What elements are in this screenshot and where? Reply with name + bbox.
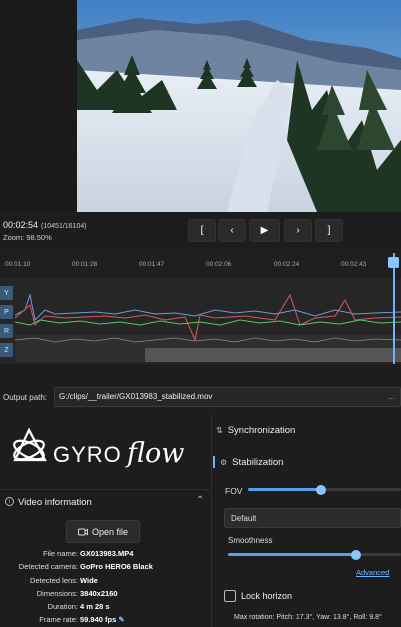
info-row-camera: Detected camera: GoPro HERO6 Black	[0, 562, 210, 575]
smoothing-method-select[interactable]: Default	[224, 508, 401, 528]
info-value: GX013983.MP4	[80, 549, 134, 558]
output-path-input[interactable]: G:/clips/__trailer/GX013983_stabilized.m…	[54, 387, 401, 407]
timeline-ruler[interactable]: 00:01:10 00:01:28 00:01:47 00:02:06 00:0…	[0, 253, 401, 279]
chevron-right-icon: ›	[296, 225, 300, 236]
advanced-link[interactable]: Advanced	[356, 568, 389, 577]
logo-text-gyro: GYRO	[53, 442, 122, 467]
info-row-frame-rate: Frame rate: 59.940 fps ✎	[0, 615, 210, 627]
info-row-file-name: File name: GX013983.MP4	[0, 549, 210, 562]
video-info-header[interactable]: i Video information ⌃	[0, 489, 210, 513]
info-key: Dimensions:	[36, 588, 78, 598]
video-image	[77, 0, 401, 212]
fov-slider-fill	[248, 488, 320, 491]
set-trim-end-button[interactable]: ]	[315, 219, 343, 242]
gyro-plot	[15, 293, 401, 362]
open-file-button[interactable]: Open file	[66, 520, 140, 543]
stabilization-header[interactable]: ⚙ Stabilization	[220, 457, 283, 468]
zoom-level: Zoom: 98.50%	[3, 233, 52, 242]
stabilization-title: Stabilization	[232, 457, 284, 468]
ruler-tick: 00:01:28	[72, 261, 98, 268]
smoothness-slider-handle[interactable]	[351, 550, 361, 560]
info-value: 3840x2160	[80, 588, 118, 598]
fov-slider-handle[interactable]	[316, 485, 326, 495]
info-icon: i	[5, 497, 14, 506]
synchronization-title: Synchronization	[227, 425, 296, 436]
play-button[interactable]: ▶	[249, 219, 280, 242]
axis-toggle-z[interactable]: Z	[0, 343, 13, 357]
axis-toggle-p[interactable]: P	[0, 305, 13, 319]
axis-toggle-r[interactable]: R	[0, 324, 13, 338]
info-row-dimensions: Dimensions: 3840x2160	[0, 589, 210, 602]
info-value: GoPro HERO6 Black	[80, 562, 153, 572]
playhead[interactable]	[393, 253, 395, 364]
set-trim-start-button[interactable]: [	[188, 219, 216, 242]
info-value: Wide	[80, 575, 98, 585]
fov-label: FOV	[225, 486, 243, 496]
video-info-table: File name: GX013983.MP4 Detected camera: G…	[0, 549, 210, 627]
ruler-tick: 00:01:10	[5, 261, 31, 268]
stabilization-icon: ⚙	[220, 458, 228, 467]
info-value: 4 m 28 s	[80, 602, 110, 612]
max-rotation-readout: Max rotation: Pitch: 17.3°, Yaw: 13.8°, …	[234, 614, 382, 621]
synchronization-header[interactable]: ⇅ Synchronization	[216, 425, 295, 436]
chevron-left-icon: ‹	[230, 225, 234, 236]
previous-frame-button[interactable]: ‹	[218, 219, 246, 242]
gyroflow-logo: GYRO flow	[7, 418, 202, 480]
logo-text-flow: flow	[125, 438, 184, 469]
camera-icon	[77, 528, 88, 535]
video-frame	[77, 0, 401, 212]
info-row-lens: Detected lens: Wide	[0, 576, 210, 589]
info-key: Frame rate:	[39, 615, 78, 625]
playhead-handle[interactable]	[388, 257, 399, 268]
timecode: 00:02:54 (10451/16104)	[3, 220, 87, 230]
sync-icon: ⇅	[216, 426, 223, 435]
ruler-tick: 00:02:43	[341, 261, 367, 268]
output-path-label: Output path:	[3, 393, 48, 402]
ruler-tick: 00:01:47	[139, 261, 165, 268]
lock-horizon-checkbox[interactable]	[224, 590, 236, 602]
timeline[interactable]: 00:01:10 00:01:28 00:01:47 00:02:06 00:0…	[0, 253, 401, 364]
next-frame-button[interactable]: ›	[284, 219, 312, 242]
lock-horizon-label: Lock horizon	[241, 591, 293, 601]
smoothness-slider-fill	[228, 553, 355, 556]
info-key: Detected lens:	[30, 575, 78, 585]
browse-output-button[interactable]: ...	[388, 392, 395, 401]
open-file-label: Open file	[91, 526, 129, 537]
frame-counter: (10451/16104)	[41, 223, 87, 230]
info-row-duration: Duration: 4 m 28 s	[0, 602, 210, 615]
ruler-tick: 00:02:06	[206, 261, 232, 268]
active-section-indicator	[213, 456, 215, 468]
ruler-tick: 00:02:24	[274, 261, 300, 268]
video-preview-area	[0, 0, 401, 212]
video-info-title: Video information	[18, 497, 92, 508]
pencil-icon[interactable]: ✎	[118, 615, 124, 624]
play-icon: ▶	[260, 225, 269, 236]
info-value: 59.940 fps ✎	[80, 615, 125, 624]
frame-rate-value: 59.940 fps	[80, 615, 117, 625]
timecode-value: 00:02:54	[3, 220, 39, 230]
info-key: Duration:	[47, 602, 78, 612]
axis-toggle-y[interactable]: Y	[0, 286, 13, 300]
info-key: Detected camera:	[18, 562, 78, 572]
chevron-up-icon[interactable]: ⌃	[196, 495, 204, 506]
smoothness-label: Smoothness	[228, 536, 273, 545]
info-key: File name:	[42, 549, 78, 558]
